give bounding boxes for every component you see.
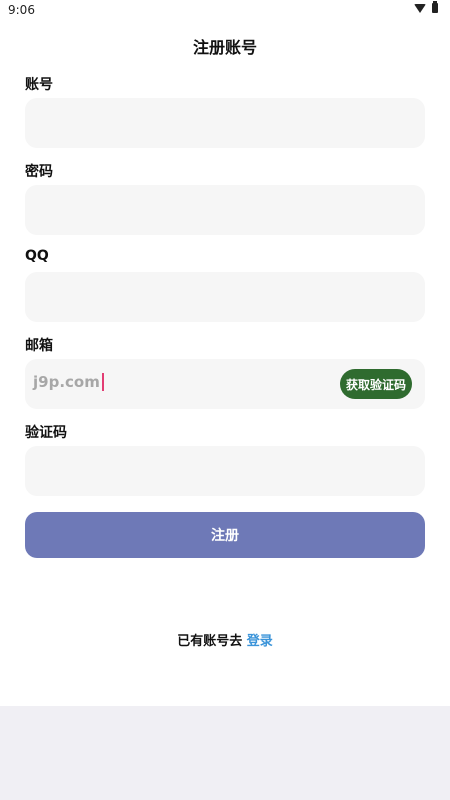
wifi-icon [414,3,426,13]
password-input[interactable] [25,185,425,235]
qq-label: QQ [25,248,49,264]
account-field[interactable] [25,98,425,148]
email-input[interactable]: j9p.com [33,373,104,391]
login-prompt: 已有账号去 登录 [0,630,450,649]
password-field[interactable] [25,185,425,235]
status-icons [414,1,438,13]
battery-icon [432,1,438,13]
verification-code-input[interactable] [25,446,425,496]
status-time: 9:06 [8,3,35,17]
account-label: 账号 [25,77,53,93]
register-button[interactable]: 注册 [25,512,425,558]
bottom-area [0,706,450,800]
qq-field[interactable] [25,272,425,322]
email-label: 邮箱 [25,338,53,354]
register-screen: 9:06 注册账号 账号 密码 QQ 邮箱 j9p.com 获取验证码 验证码 … [0,0,450,800]
password-label: 密码 [25,164,53,180]
verification-code-label: 验证码 [25,425,67,441]
page-title: 注册账号 [192,38,257,57]
get-code-button[interactable]: 获取验证码 [340,369,412,399]
account-input[interactable] [25,98,425,148]
login-link[interactable]: 登录 [247,634,273,649]
login-prompt-text: 已有账号去 [177,634,243,649]
status-bar: 9:06 [0,0,450,22]
qq-input[interactable] [25,272,425,322]
email-field[interactable]: j9p.com 获取验证码 [25,359,425,409]
verification-code-field[interactable] [25,446,425,496]
